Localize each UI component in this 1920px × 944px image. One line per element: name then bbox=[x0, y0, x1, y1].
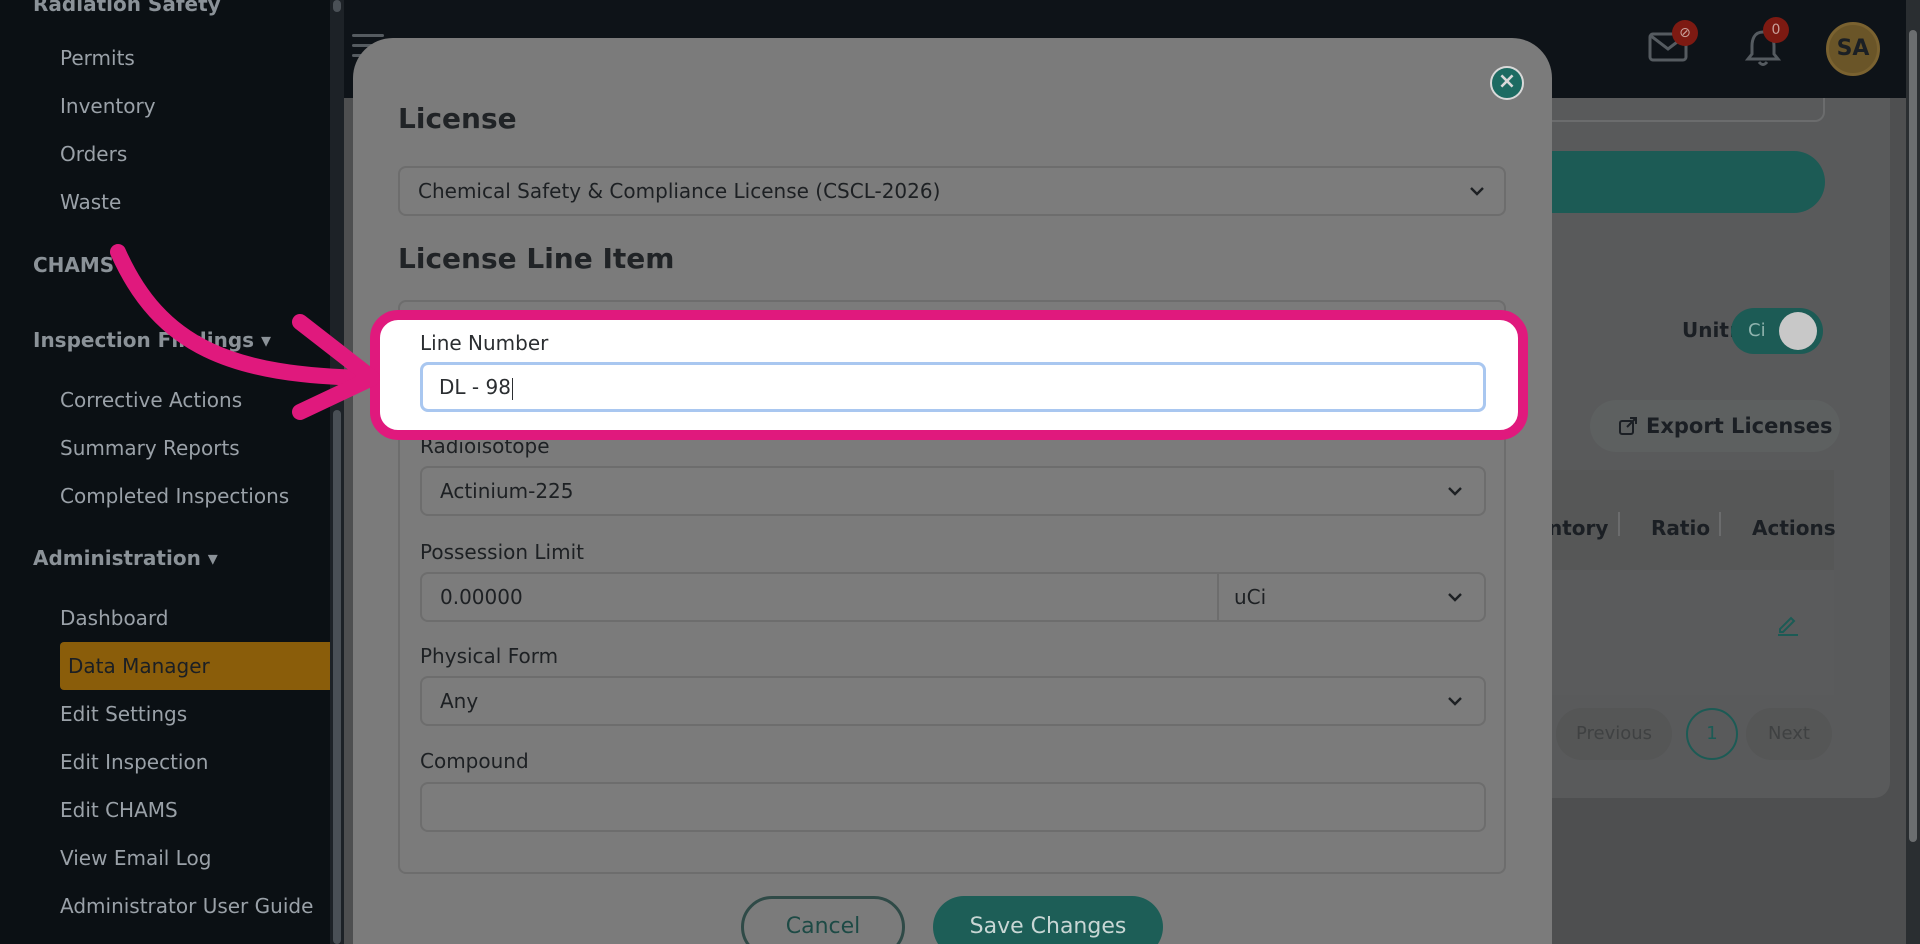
sidebar-item-permits[interactable]: Permits bbox=[60, 46, 135, 70]
column-sort-icon bbox=[1719, 512, 1721, 536]
table-header-inventory: ntory bbox=[1548, 516, 1609, 540]
compound-input[interactable] bbox=[420, 782, 1486, 832]
possession-unit-select[interactable]: uCi bbox=[1234, 574, 1266, 620]
caret-down-icon: ▾ bbox=[207, 546, 218, 570]
chevron-down-icon bbox=[1446, 588, 1464, 606]
physical-form-select[interactable]: Any bbox=[420, 676, 1486, 726]
possession-unit-divider bbox=[1217, 574, 1219, 620]
text-caret bbox=[511, 377, 513, 400]
table-header-ratio: Ratio bbox=[1651, 516, 1711, 540]
license-line-item-heading: License Line Item bbox=[398, 242, 675, 275]
possession-limit-input[interactable]: 0.00000 bbox=[420, 572, 1486, 622]
column-sort-icon bbox=[1618, 512, 1620, 536]
compound-label: Compound bbox=[420, 749, 529, 773]
sidebar-item-completed-inspections[interactable]: Completed Inspections bbox=[60, 484, 289, 508]
sidebar-item-edit-chams[interactable]: Edit CHAMS bbox=[60, 798, 178, 822]
sidebar-item-edit-settings[interactable]: Edit Settings bbox=[60, 702, 187, 726]
license-select[interactable]: Chemical Safety & Compliance License (CS… bbox=[398, 166, 1506, 216]
sidebar: Radiation Safety Permits Inventory Order… bbox=[0, 0, 330, 944]
sidebar-scrollbar-thumb-top[interactable] bbox=[333, 0, 341, 12]
close-modal-button[interactable]: × bbox=[1490, 66, 1524, 100]
sidebar-item-admin-user-guide[interactable]: Administrator User Guide bbox=[60, 894, 313, 918]
sidebar-item-summary-reports[interactable]: Summary Reports bbox=[60, 436, 240, 460]
sidebar-heading-administration[interactable]: Administration ▾ bbox=[33, 546, 218, 570]
line-number-value: DL - 98 bbox=[439, 375, 511, 399]
line-number-input[interactable]: DL - 98 bbox=[420, 362, 1486, 412]
license-heading: License bbox=[398, 102, 517, 135]
main-scrollbar-thumb[interactable] bbox=[1909, 30, 1917, 842]
sidebar-scrollbar-thumb[interactable] bbox=[333, 410, 341, 944]
chevron-down-icon bbox=[1446, 482, 1464, 500]
sidebar-item-waste[interactable]: Waste bbox=[60, 190, 121, 214]
edit-pencil-icon bbox=[1776, 612, 1800, 636]
radioisotope-select[interactable]: Actinium-225 bbox=[420, 466, 1486, 516]
sidebar-item-dashboard[interactable]: Dashboard bbox=[60, 606, 169, 630]
notifications-count-badge: 0 bbox=[1763, 17, 1789, 43]
pagination-page-1: 1 bbox=[1686, 708, 1738, 760]
sidebar-item-edit-inspection[interactable]: Edit Inspection bbox=[60, 750, 208, 774]
sidebar-heading-radiation-safety[interactable]: Radiation Safety bbox=[33, 0, 221, 16]
mail-blocked-badge-icon: ⊘ bbox=[1672, 20, 1698, 46]
sidebar-item-inventory[interactable]: Inventory bbox=[60, 94, 156, 118]
chevron-down-icon bbox=[1468, 182, 1486, 200]
possession-limit-label: Possession Limit bbox=[420, 540, 584, 564]
unit-toggle-knob bbox=[1779, 312, 1817, 350]
physical-form-label: Physical Form bbox=[420, 644, 559, 668]
save-changes-button[interactable]: Save Changes bbox=[933, 896, 1163, 944]
table-header-actions: Actions bbox=[1752, 516, 1836, 540]
pagination-previous: Previous bbox=[1556, 708, 1672, 760]
cancel-button[interactable]: Cancel bbox=[741, 896, 905, 944]
unit-label: Unit: bbox=[1682, 318, 1737, 342]
export-icon bbox=[1618, 416, 1638, 436]
line-number-label: Line Number bbox=[420, 331, 549, 355]
administration-label: Administration bbox=[33, 546, 201, 570]
chevron-down-icon bbox=[1446, 692, 1464, 710]
sidebar-item-orders[interactable]: Orders bbox=[60, 142, 127, 166]
pagination-next: Next bbox=[1746, 708, 1832, 760]
user-avatar[interactable]: SA bbox=[1826, 22, 1880, 76]
sidebar-item-view-email-log[interactable]: View Email Log bbox=[60, 846, 211, 870]
unit-toggle-value: Ci bbox=[1748, 320, 1766, 341]
sidebar-item-data-manager[interactable]: Data Manager bbox=[68, 654, 210, 678]
pointer-arrow-icon bbox=[110, 244, 380, 420]
